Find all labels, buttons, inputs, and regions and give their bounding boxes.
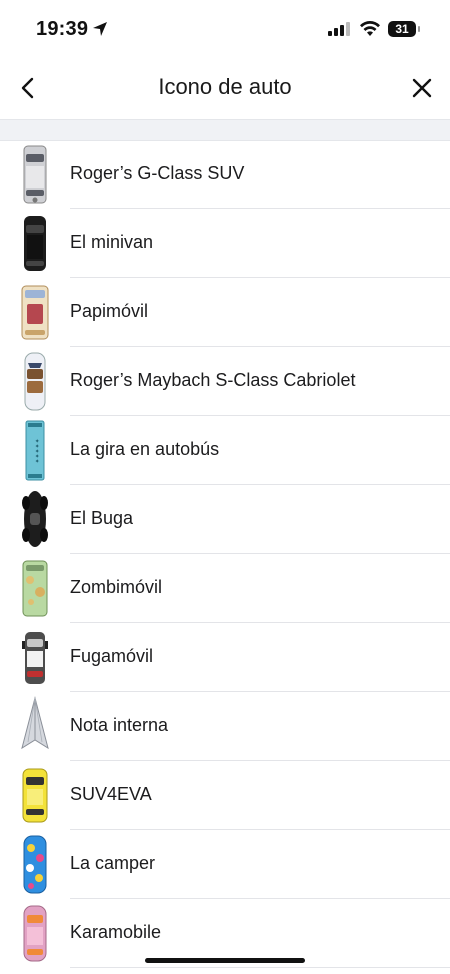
minivan-icon [24, 216, 46, 271]
car-icon-list: Roger’s G-Class SUV El minivan Papimóvil [0, 140, 450, 968]
item-label: Roger’s G-Class SUV [70, 163, 245, 183]
list-item[interactable]: ✦✦✦✦✦ La gira en autobús [0, 416, 450, 485]
fugamovil-icon [22, 632, 48, 684]
battery-level: 31 [395, 22, 409, 36]
list-item[interactable]: Fugamóvil [0, 623, 450, 692]
page-title: Icono de auto [158, 74, 292, 99]
papimovil-icon [21, 285, 49, 340]
zombimovil-icon [22, 560, 48, 617]
wifi-icon [360, 20, 380, 36]
item-label: La camper [70, 853, 156, 873]
bus-icon: ✦✦✦✦✦ [25, 420, 45, 481]
item-label: SUV4EVA [70, 784, 152, 804]
list-item[interactable]: SUV4EVA [0, 761, 450, 830]
list-item[interactable]: Roger’s G-Class SUV [0, 140, 450, 209]
item-label: Roger’s Maybach S-Class Cabriolet [70, 370, 356, 390]
navigation-bar: Icono de auto [0, 60, 450, 118]
svg-text:✦✦✦✦✦: ✦✦✦✦✦ [33, 438, 40, 463]
karamobile-icon [23, 905, 47, 962]
suv4eva-icon [22, 768, 48, 823]
item-label: La gira en autobús [70, 439, 220, 459]
list-item[interactable]: Roger’s Maybach S-Class Cabriolet [0, 347, 450, 416]
paper-plane-icon [21, 696, 49, 750]
home-indicator[interactable] [145, 958, 305, 963]
item-label: Fugamóvil [70, 646, 154, 666]
item-label: Zombimóvil [70, 577, 163, 597]
list-item[interactable]: La camper [0, 830, 450, 899]
battery-nub [418, 26, 420, 32]
buga-icon [22, 491, 48, 547]
close-icon[interactable] [408, 74, 436, 102]
list-item[interactable]: El Buga [0, 485, 450, 554]
separator [70, 967, 450, 968]
gclass-suv-icon [23, 145, 47, 204]
status-bar: 19:39 31 [0, 0, 450, 60]
battery-indicator: 31 [388, 21, 416, 37]
signal-icon [328, 22, 350, 36]
list-item[interactable]: Zombimóvil [0, 554, 450, 623]
list-item[interactable]: Papimóvil [0, 278, 450, 347]
status-time: 19:39 [36, 18, 89, 40]
item-label: Papimóvil [70, 301, 149, 321]
list-item[interactable]: Nota interna [0, 692, 450, 761]
list-item[interactable]: El minivan [0, 209, 450, 278]
maybach-icon [24, 352, 46, 411]
item-label: Karamobile [70, 922, 162, 942]
item-label: El Buga [70, 508, 134, 528]
item-label: Nota interna [70, 715, 169, 735]
item-label: El minivan [70, 232, 154, 252]
camper-icon [23, 835, 47, 894]
section-divider [0, 119, 450, 141]
location-arrow-icon [93, 22, 107, 36]
